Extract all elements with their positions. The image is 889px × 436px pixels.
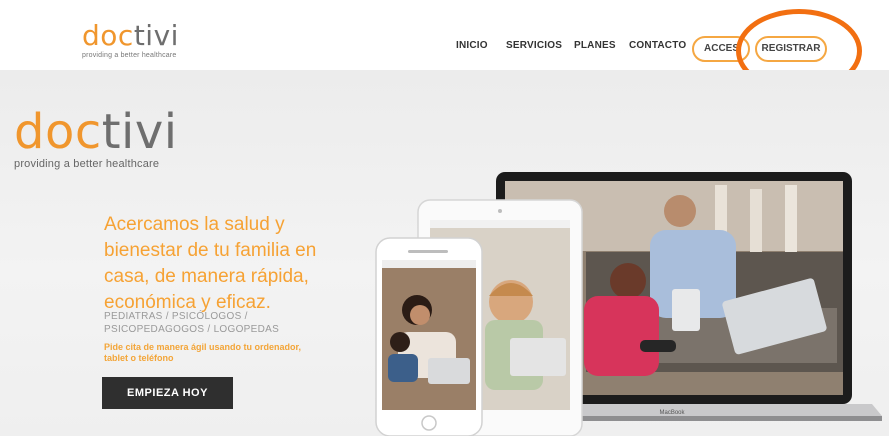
hero-logo-tagline: providing a better healthcare: [14, 158, 160, 170]
site-header: doctivi providing a better healthcare IN…: [0, 0, 889, 93]
hero-logo-doc-text: doc: [14, 104, 102, 160]
specialties-text: PEDIATRAS / PSICÓLOGOS / PSICOPEDAGOGOS …: [104, 311, 280, 335]
hero-logo: doctivi providing a better healthcare: [14, 108, 178, 170]
hero-section: MacBook doctivi providing a better healt…: [0, 70, 889, 436]
start-today-button[interactable]: EMPIEZA HOY: [102, 377, 233, 409]
laptop-brand-label: MacBook: [659, 410, 685, 416]
nav-contacto[interactable]: CONTACTO: [629, 40, 686, 51]
phone-device: [375, 237, 483, 436]
nav-inicio[interactable]: INICIO: [456, 40, 488, 51]
hero-headline: Acercamos la salud y bienestar de tu fam…: [104, 214, 317, 313]
hero-logo-tivi-text: tivi: [101, 104, 178, 160]
appointment-subtext: Pide cita de manera ágil usando tu orden…: [104, 342, 302, 363]
nav-planes[interactable]: PLANES: [574, 40, 616, 51]
nav-servicios[interactable]: SERVICIOS: [506, 40, 562, 51]
